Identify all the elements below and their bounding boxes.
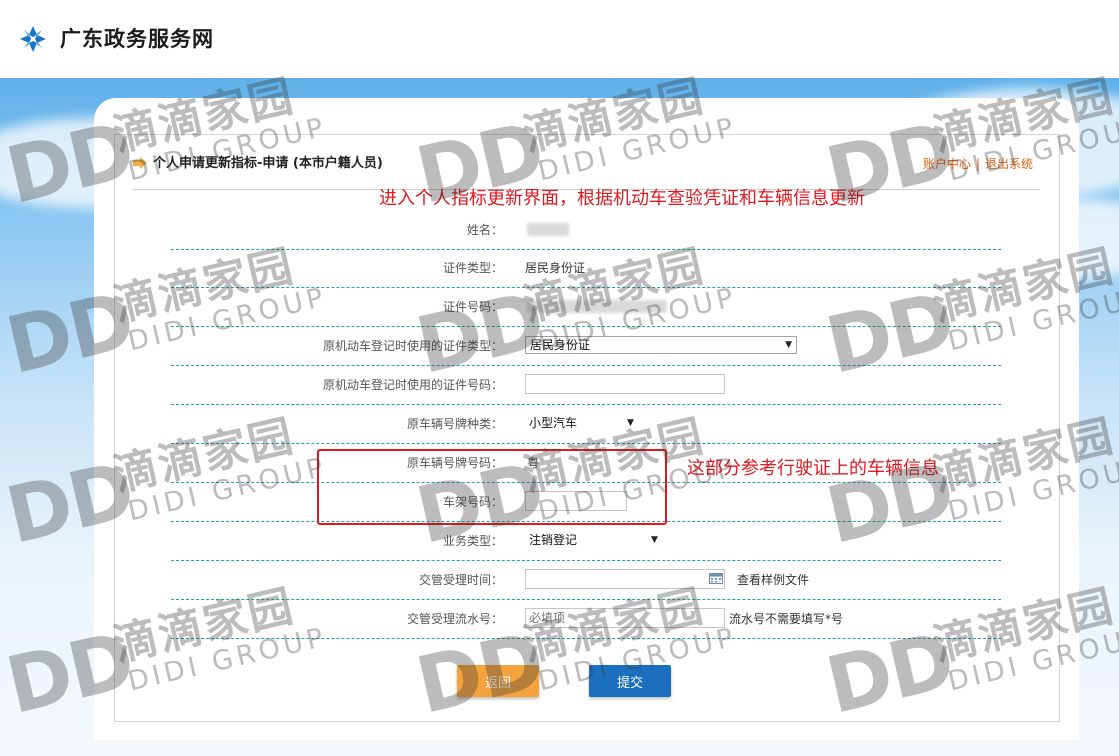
- orig-id-type-select[interactable]: 居民身份证 ▼: [525, 336, 797, 354]
- plate-number-label: 原车辆号牌号码：: [406, 456, 503, 470]
- row-accept-time: 交管受理时间： 查看样例文件: [171, 561, 1001, 600]
- orig-id-number-input[interactable]: [525, 374, 725, 394]
- id-number-label: 证件号码：: [442, 300, 503, 314]
- account-center-link[interactable]: 账户中心: [923, 157, 971, 171]
- frame-number-label: 车架号码：: [442, 495, 503, 509]
- site-title: 广东政务服务网: [60, 27, 214, 51]
- dropdown-caret-icon: ▼: [651, 535, 658, 545]
- row-orig-id-type: 原机动车登记时使用的证件类型： 居民身份证 ▼: [171, 327, 1001, 366]
- page-title: 个人申请更新指标-申请 (本市户籍人员): [153, 156, 383, 171]
- arrow-right-icon: [133, 157, 147, 169]
- row-business-type: 业务类型： 注销登记 ▼: [171, 522, 1001, 561]
- business-type-label: 业务类型：: [442, 534, 503, 548]
- name-value-redacted: [527, 223, 569, 236]
- back-button[interactable]: 返回: [457, 665, 539, 697]
- id-number-value-redacted: [527, 300, 667, 313]
- form-container: 个人申请更新指标-申请 (本市户籍人员) 账户中心 | 退出系统 进入个人指标更新界…: [114, 134, 1060, 722]
- row-id-type: 证件类型： 居民身份证: [171, 249, 1001, 288]
- accept-time-label: 交管受理时间：: [418, 573, 503, 587]
- orig-id-number-label: 原机动车登记时使用的证件号码：: [322, 378, 503, 392]
- row-id-number: 证件号码：: [171, 288, 1001, 327]
- dropdown-caret-icon: ▼: [627, 418, 634, 428]
- annotation-side: 这部分参考行驶证上的车辆信息: [687, 458, 939, 479]
- name-label: 姓名：: [466, 223, 503, 237]
- frame-number-input[interactable]: [525, 491, 627, 511]
- row-plate-type: 原车辆号牌种类： 小型汽车 ▼: [171, 405, 1001, 444]
- serial-input[interactable]: [525, 608, 725, 628]
- id-type-label: 证件类型：: [442, 261, 503, 275]
- plate-number-input[interactable]: 粤: [527, 444, 539, 482]
- accept-time-input[interactable]: [525, 569, 725, 589]
- id-type-value: 居民身份证: [525, 261, 586, 275]
- business-type-select[interactable]: 注销登记 ▼: [529, 531, 663, 549]
- header-bar: 广东政务服务网: [0, 0, 1119, 79]
- link-separator: |: [975, 157, 980, 171]
- gov-logo-icon: [20, 26, 46, 52]
- view-sample-link[interactable]: 查看样例文件: [737, 561, 809, 599]
- plate-type-label: 原车辆号牌种类：: [406, 417, 503, 431]
- row-serial-number: 交管受理流水号： 流水号不需要填写*号: [171, 600, 1001, 639]
- top-links: 账户中心 | 退出系统: [923, 155, 1033, 173]
- row-orig-id-number: 原机动车登记时使用的证件号码：: [171, 366, 1001, 405]
- logout-link[interactable]: 退出系统: [985, 157, 1033, 171]
- calendar-icon[interactable]: [709, 572, 723, 584]
- dropdown-caret-icon: ▼: [785, 340, 792, 350]
- annotation-top: 进入个人指标更新界面，根据机动车查验凭证和车辆信息更新: [379, 188, 865, 209]
- business-type-selected: 注销登记: [529, 533, 578, 547]
- plate-type-select[interactable]: 小型汽车 ▼: [529, 414, 639, 432]
- orig-id-type-selected: 居民身份证: [530, 338, 591, 352]
- row-frame-number: 车架号码：: [171, 483, 1001, 522]
- plate-type-selected: 小型汽车: [529, 416, 578, 430]
- row-name: 姓名：: [171, 211, 1001, 250]
- orig-id-type-label: 原机动车登记时使用的证件类型：: [322, 339, 503, 353]
- serial-label: 交管受理流水号：: [406, 612, 503, 626]
- serial-hint: 流水号不需要填写*号: [729, 612, 844, 626]
- submit-button[interactable]: 提交: [589, 665, 671, 697]
